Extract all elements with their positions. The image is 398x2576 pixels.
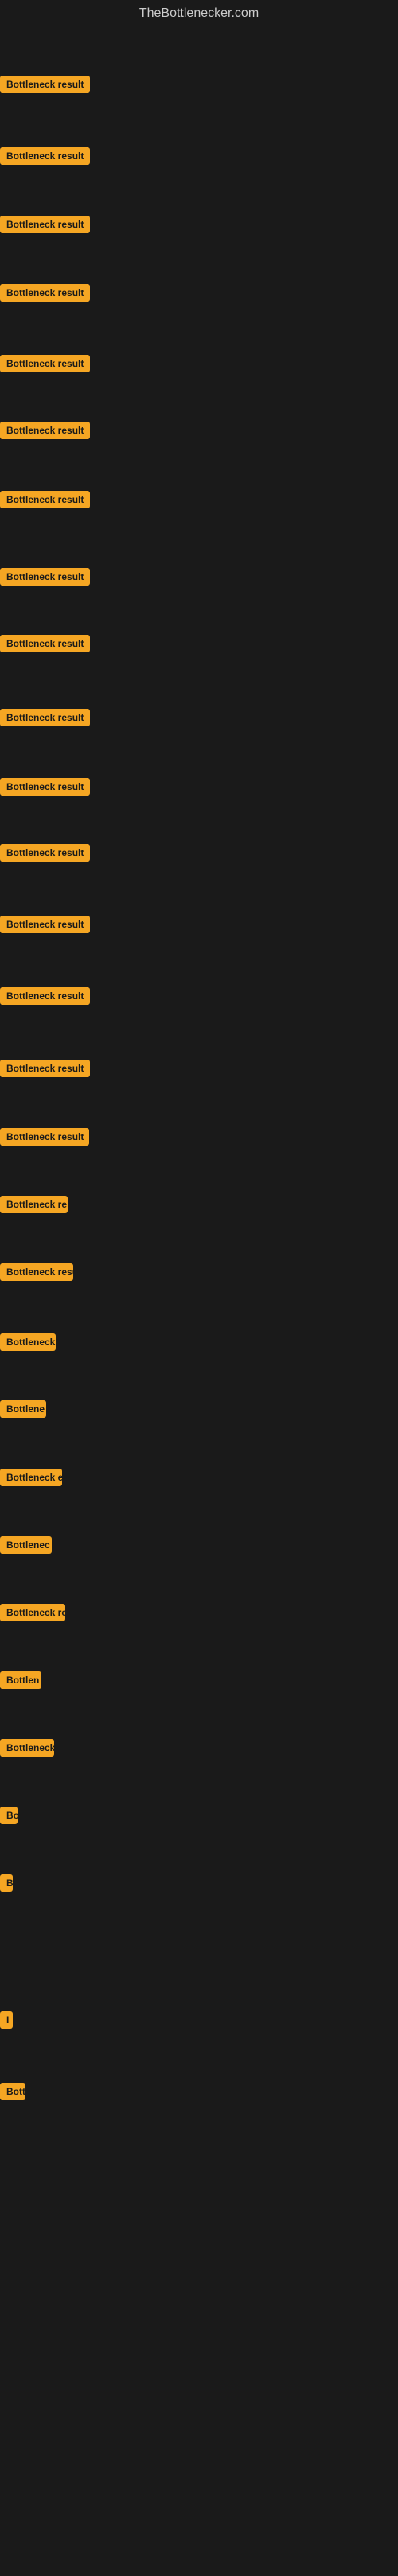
bottleneck-badge-14: Bottleneck result [0,987,90,1005]
bottleneck-badge-23: Bottleneck re [0,1604,65,1621]
bottleneck-item-11[interactable]: Bottleneck result [0,778,90,800]
bottleneck-item-18[interactable]: Bottleneck resu [0,1263,73,1285]
bottleneck-item-21[interactable]: Bottleneck e [0,1469,62,1490]
bottleneck-item-16[interactable]: Bottleneck result [0,1128,89,1150]
bottleneck-badge-10: Bottleneck result [0,709,90,726]
bottleneck-badge-6: Bottleneck result [0,422,90,439]
bottleneck-item-5[interactable]: Bottleneck result [0,355,90,376]
bottleneck-item-1[interactable]: Bottleneck result [0,76,90,97]
bottleneck-badge-18: Bottleneck resu [0,1263,73,1281]
bottleneck-badge-22: Bottlenec [0,1536,52,1554]
bottleneck-item-9[interactable]: Bottleneck result [0,635,90,656]
bottleneck-item-14[interactable]: Bottleneck result [0,987,90,1009]
bottleneck-badge-19: Bottleneck [0,1333,56,1351]
bottleneck-item-4[interactable]: Bottleneck result [0,284,90,305]
bottleneck-item-23[interactable]: Bottleneck re [0,1604,65,1625]
bottleneck-badge-4: Bottleneck result [0,284,90,302]
bottleneck-item-6[interactable]: Bottleneck result [0,422,90,443]
bottleneck-item-3[interactable]: Bottleneck result [0,216,90,237]
bottleneck-item-2[interactable]: Bottleneck result [0,147,90,169]
bottleneck-badge-15: Bottleneck result [0,1060,90,1077]
bottleneck-item-10[interactable]: Bottleneck result [0,709,90,730]
bottleneck-badge-26: Bo [0,1807,18,1824]
bottleneck-badge-2: Bottleneck result [0,147,90,165]
bottleneck-badge-25: Bottleneck [0,1739,54,1757]
bottleneck-badge-28: I [0,2011,13,2029]
bottleneck-item-15[interactable]: Bottleneck result [0,1060,90,1081]
bottleneck-badge-17: Bottleneck re [0,1196,68,1213]
bottleneck-badge-7: Bottleneck result [0,491,90,508]
bottleneck-badge-27: B [0,1874,13,1892]
bottleneck-item-8[interactable]: Bottleneck result [0,568,90,590]
bottleneck-badge-5: Bottleneck result [0,355,90,372]
bottleneck-badge-12: Bottleneck result [0,844,90,862]
bottleneck-item-7[interactable]: Bottleneck result [0,491,90,512]
bottleneck-badge-24: Bottlen [0,1671,41,1689]
bottleneck-badge-16: Bottleneck result [0,1128,89,1146]
bottleneck-badge-11: Bottleneck result [0,778,90,796]
bottleneck-item-22[interactable]: Bottlenec [0,1536,52,1558]
bottleneck-badge-1: Bottleneck result [0,76,90,93]
bottleneck-badge-29: Bott [0,2083,25,2100]
bottleneck-item-24[interactable]: Bottlen [0,1671,41,1693]
bottleneck-badge-13: Bottleneck result [0,916,90,933]
bottleneck-badge-21: Bottleneck e [0,1469,62,1486]
bottleneck-item-19[interactable]: Bottleneck [0,1333,56,1355]
bottleneck-item-27[interactable]: B [0,1874,13,1896]
bottleneck-item-26[interactable]: Bo [0,1807,18,1828]
bottleneck-badge-9: Bottleneck result [0,635,90,652]
site-title: TheBottlenecker.com [0,0,398,30]
bottleneck-badge-8: Bottleneck result [0,568,90,586]
bottleneck-item-12[interactable]: Bottleneck result [0,844,90,866]
bottleneck-item-13[interactable]: Bottleneck result [0,916,90,937]
bottleneck-item-17[interactable]: Bottleneck re [0,1196,68,1217]
bottleneck-item-28[interactable]: I [0,2011,13,2033]
bottleneck-item-20[interactable]: Bottlene [0,1400,46,1422]
bottleneck-badge-3: Bottleneck result [0,216,90,233]
bottleneck-item-29[interactable]: Bott [0,2083,25,2104]
bottleneck-item-25[interactable]: Bottleneck [0,1739,54,1761]
bottleneck-badge-20: Bottlene [0,1400,46,1418]
